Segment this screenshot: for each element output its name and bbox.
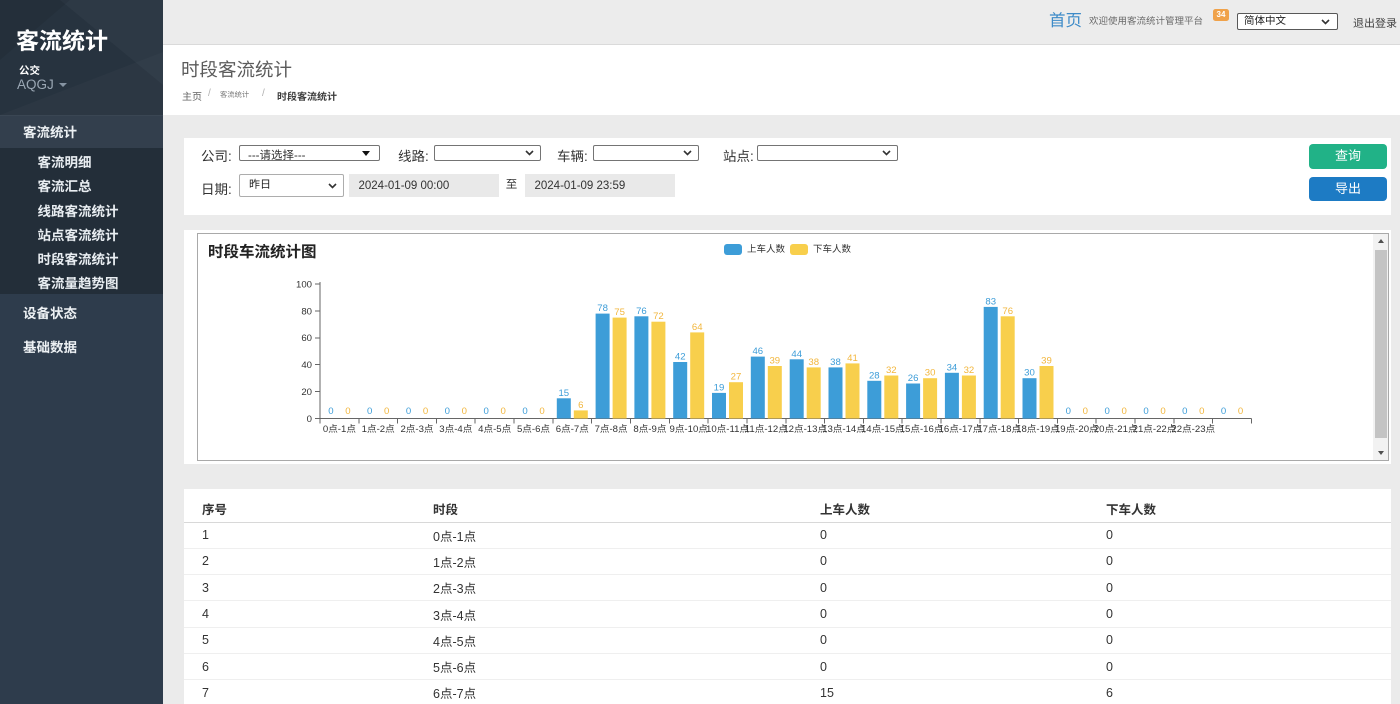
- svg-text:19: 19: [714, 382, 725, 393]
- svg-text:76: 76: [636, 306, 647, 317]
- svg-text:78: 78: [597, 303, 608, 314]
- svg-text:0: 0: [423, 406, 428, 417]
- svg-text:0: 0: [1238, 406, 1243, 417]
- svg-text:12点-13点: 12点-13点: [783, 423, 827, 435]
- svg-text:15: 15: [558, 388, 569, 399]
- svg-text:8点-9点: 8点-9点: [633, 423, 666, 435]
- svg-text:0: 0: [445, 406, 450, 417]
- svg-text:0: 0: [501, 406, 506, 417]
- svg-text:6: 6: [578, 400, 583, 411]
- svg-text:9点-10点: 9点-10点: [670, 423, 709, 435]
- svg-text:41: 41: [847, 353, 858, 364]
- svg-text:34: 34: [947, 362, 958, 373]
- svg-text:0: 0: [484, 406, 489, 417]
- svg-text:32: 32: [964, 365, 975, 376]
- svg-text:0: 0: [1066, 406, 1071, 417]
- svg-text:11点-12点: 11点-12点: [745, 423, 788, 435]
- svg-text:5点-6点: 5点-6点: [517, 423, 550, 435]
- svg-text:0: 0: [384, 406, 389, 417]
- svg-text:32: 32: [886, 365, 897, 376]
- svg-text:0点-1点: 0点-1点: [323, 423, 356, 435]
- svg-text:44: 44: [791, 349, 802, 360]
- svg-text:1点-2点: 1点-2点: [362, 423, 395, 435]
- svg-text:60: 60: [301, 333, 312, 344]
- svg-text:0: 0: [1105, 406, 1110, 417]
- svg-text:0: 0: [406, 406, 411, 417]
- svg-text:30: 30: [1024, 368, 1035, 379]
- svg-text:76: 76: [1002, 306, 1013, 317]
- svg-text:17点-18点: 17点-18点: [977, 423, 1021, 435]
- svg-text:38: 38: [830, 357, 841, 368]
- svg-text:100: 100: [296, 279, 312, 290]
- svg-text:0: 0: [1221, 406, 1226, 417]
- svg-text:75: 75: [614, 307, 625, 318]
- svg-text:0: 0: [1083, 406, 1088, 417]
- svg-text:40: 40: [301, 360, 312, 371]
- svg-text:20点-21点: 20点-21点: [1094, 423, 1138, 435]
- svg-text:0: 0: [1122, 406, 1127, 417]
- svg-text:14点-15点: 14点-15点: [861, 423, 905, 435]
- svg-text:0: 0: [307, 414, 312, 425]
- svg-text:0: 0: [522, 406, 527, 417]
- svg-text:27: 27: [731, 372, 742, 383]
- svg-text:64: 64: [692, 322, 703, 333]
- svg-text:21点-22点: 21点-22点: [1133, 423, 1177, 435]
- svg-text:4点-5点: 4点-5点: [478, 423, 511, 435]
- svg-text:38: 38: [808, 357, 819, 368]
- svg-text:0: 0: [345, 406, 350, 417]
- svg-text:39: 39: [769, 356, 780, 367]
- svg-text:22点-23点: 22点-23点: [1171, 423, 1215, 435]
- svg-text:15点-16点: 15点-16点: [900, 423, 944, 435]
- svg-text:20: 20: [301, 387, 312, 398]
- svg-text:0: 0: [462, 406, 467, 417]
- svg-text:30: 30: [925, 368, 936, 379]
- svg-text:3点-4点: 3点-4点: [439, 423, 472, 435]
- svg-text:0: 0: [1160, 406, 1165, 417]
- svg-text:72: 72: [653, 311, 664, 322]
- svg-text:46: 46: [752, 346, 763, 357]
- svg-text:80: 80: [301, 306, 312, 317]
- svg-text:10点-11点: 10点-11点: [706, 423, 749, 435]
- svg-text:13点-14点: 13点-14点: [822, 423, 866, 435]
- svg-text:83: 83: [985, 296, 996, 307]
- svg-text:39: 39: [1041, 356, 1052, 367]
- svg-text:42: 42: [675, 352, 686, 363]
- svg-text:26: 26: [908, 373, 919, 384]
- svg-text:0: 0: [539, 406, 544, 417]
- svg-text:0: 0: [367, 406, 372, 417]
- svg-text:0: 0: [1143, 406, 1148, 417]
- svg-text:0: 0: [1199, 406, 1204, 417]
- svg-text:0: 0: [328, 406, 333, 417]
- svg-text:6点-7点: 6点-7点: [556, 423, 589, 435]
- svg-text:19点-20点: 19点-20点: [1055, 423, 1099, 435]
- svg-text:2点-3点: 2点-3点: [400, 423, 433, 435]
- svg-text:18点-19点: 18点-19点: [1016, 423, 1060, 435]
- svg-text:16点-17点: 16点-17点: [939, 423, 983, 435]
- svg-text:28: 28: [869, 370, 880, 381]
- svg-text:0: 0: [1182, 406, 1187, 417]
- svg-text:7点-8点: 7点-8点: [595, 423, 628, 435]
